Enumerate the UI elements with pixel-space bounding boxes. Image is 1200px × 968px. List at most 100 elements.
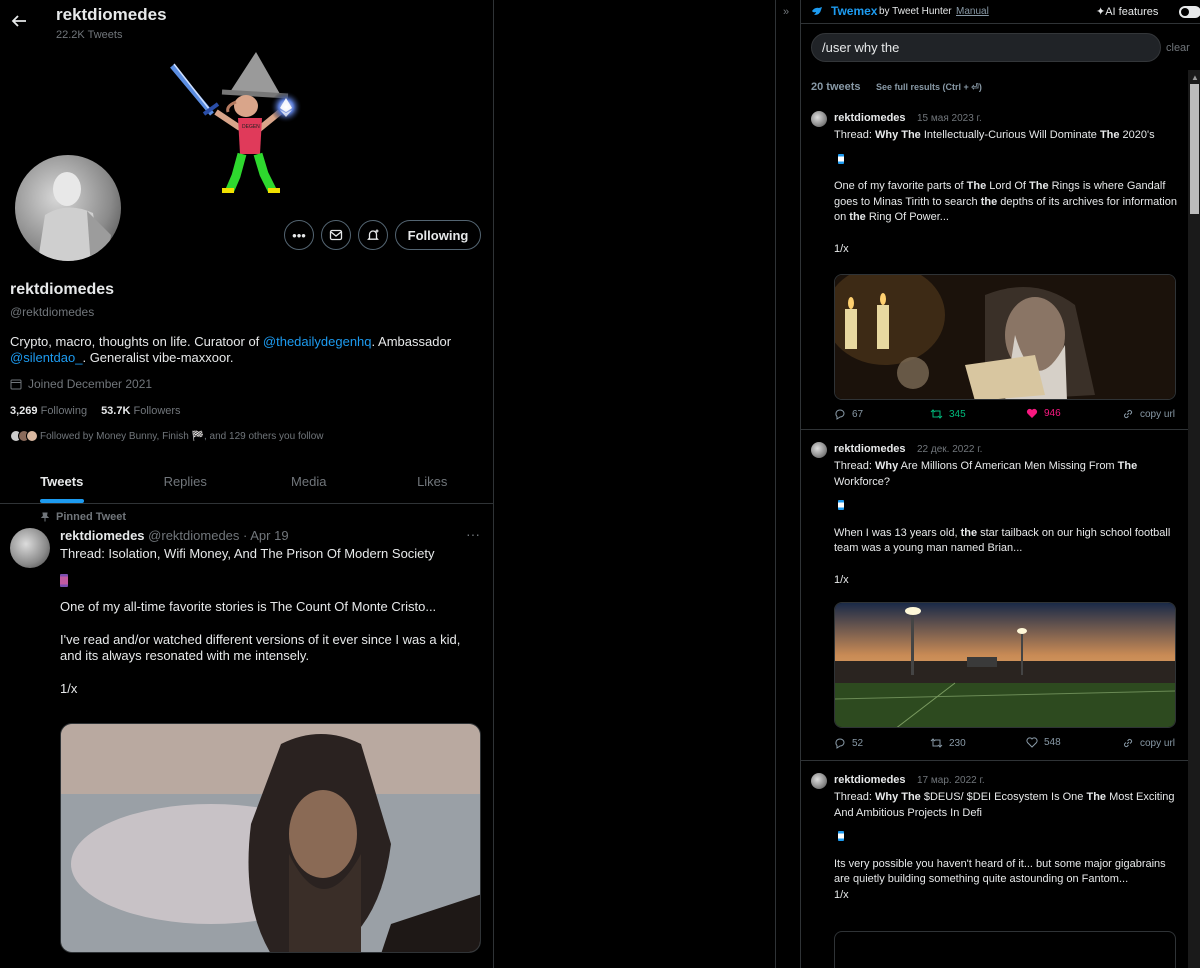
heart-filled-icon [1026, 408, 1038, 418]
profile-joined: Joined December 2021 [10, 377, 152, 391]
topbar-profile-name: rektdiomedes [56, 5, 167, 24]
tweet-line: 1/x [60, 681, 78, 696]
tab-tweets[interactable]: Tweets [0, 460, 124, 503]
list-item[interactable]: rektdiomedes 22 дек. 2022 г. Thread: Why… [801, 431, 1188, 761]
result-author[interactable]: rektdiomedes [834, 774, 906, 786]
ai-features-toggle[interactable] [1179, 6, 1200, 18]
result-text: Thread: Why The $DEUS/ $DEI Ecosystem Is… [834, 790, 1179, 903]
mail-icon [329, 229, 343, 241]
wizard-banner-illustration: DEGEN [160, 52, 310, 197]
twemex-scrollbar[interactable]: ▲ [1188, 70, 1200, 968]
twemex-clear-button[interactable]: clear [1166, 42, 1190, 54]
tab-likes[interactable]: Likes [371, 460, 494, 503]
retweet-action[interactable]: 230 [930, 737, 966, 749]
ai-features-label: ✦AI features [1096, 6, 1159, 18]
profile-handle: @rektdiomedes [10, 305, 95, 319]
svg-text:DEGEN: DEGEN [242, 124, 260, 130]
retweet-action[interactable]: 345 [930, 408, 966, 420]
pinned-label: Pinned Tweet [40, 511, 126, 523]
bio-text: . Generalist vibe-maxxoor. [82, 350, 234, 365]
tab-media[interactable]: Media [247, 460, 371, 503]
profile-tabs: Tweets Replies Media Likes [0, 460, 494, 504]
collapse-icon: » [783, 6, 790, 18]
twemex-brand: Twemex [831, 4, 878, 18]
copy-url-action[interactable]: copy url [1122, 737, 1175, 749]
scrollbar-thumb[interactable] [1190, 84, 1199, 214]
avatar[interactable] [811, 773, 827, 789]
screen: rektdiomedes 22.2K Tweets DEGEN ••• Foll… [0, 0, 1200, 968]
tweet-avatar[interactable] [10, 528, 50, 568]
reply-action[interactable]: 52 [834, 737, 863, 749]
avatar[interactable] [811, 111, 827, 127]
tweet-line: I've read and/or watched different versi… [60, 632, 461, 663]
followed-by-text: Followed by Money Bunny, Finish 🏁, and 1… [40, 430, 324, 442]
calendar-icon [10, 379, 22, 390]
reply-icon [835, 738, 845, 749]
tweet-line: One of my all-time favorite stories is T… [60, 599, 437, 614]
result-author[interactable]: rektdiomedes [834, 112, 906, 124]
link-icon [1123, 409, 1133, 419]
twemex-bird-icon [811, 5, 823, 19]
result-text: Thread: Why Are Millions Of American Men… [834, 459, 1179, 588]
topbar-tweet-count: 22.2K Tweets [56, 29, 123, 41]
profile-avatar[interactable] [12, 152, 124, 264]
twemex-panel: » Twemex by Tweet Hunter Manual ✦AI feat… [775, 0, 1200, 968]
twemex-header: Twemex by Tweet Hunter Manual ✦AI featur… [801, 0, 1200, 24]
thread-spool-icon [60, 574, 480, 591]
tweet-author[interactable]: rektdiomedes [60, 528, 145, 543]
tweet-image[interactable] [60, 723, 481, 953]
avatar [26, 430, 38, 442]
twemex-search-input[interactable]: /user why the [811, 33, 1161, 62]
result-image[interactable] [834, 602, 1176, 728]
tweet-header: rektdiomedes @rektdiomedes · Apr 19 [60, 528, 289, 543]
notification-bell-icon [367, 229, 379, 240]
retweet-icon [930, 409, 943, 419]
copy-url-action[interactable]: copy url [1122, 408, 1175, 420]
result-author[interactable]: rektdiomedes [834, 443, 906, 455]
thread-spool-icon [834, 821, 1179, 857]
tweet-line: Thread: Isolation, Wifi Money, And The P… [60, 546, 435, 561]
message-button[interactable] [321, 220, 351, 250]
heart-icon [1026, 737, 1038, 748]
bio-link-thedailydegenhq[interactable]: @thedailydegenhq [263, 334, 372, 349]
more-icon: ••• [292, 227, 306, 243]
retweet-icon [930, 738, 943, 748]
following-button[interactable]: Following [395, 220, 481, 250]
bio-text: Crypto, macro, thoughts on life. Curatoo… [10, 334, 263, 349]
followed-by[interactable]: Followed by Money Bunny, Finish 🏁, and 1… [10, 430, 324, 442]
list-item[interactable]: rektdiomedes 15 мая 2023 г. Thread: Why … [801, 100, 1188, 430]
twemex-see-full-results[interactable]: See full results (Ctrl + ⏎) [876, 82, 982, 93]
link-icon [1123, 738, 1133, 748]
more-options-button[interactable]: ••• [284, 220, 314, 250]
profile-name: rektdiomedes [10, 281, 115, 298]
profile-bio: Crypto, macro, thoughts on life. Curatoo… [10, 334, 480, 366]
result-image[interactable] [834, 931, 1176, 968]
list-item[interactable]: rektdiomedes 17 мар. 2022 г. Thread: Why… [801, 762, 1188, 968]
joined-date: Joined December 2021 [28, 377, 153, 391]
twemex-by: by Tweet Hunter [879, 6, 952, 17]
empty-middle-area [495, 0, 775, 968]
twemex-collapse-button[interactable]: » [776, 0, 801, 968]
like-action[interactable]: 946 [1026, 408, 1061, 419]
bio-link-silentdao[interactable]: @silentdao_ [10, 350, 82, 365]
scroll-up-icon[interactable]: ▲ [1191, 73, 1199, 82]
avatar[interactable] [811, 442, 827, 458]
following-link[interactable]: 3,269 Following [10, 405, 87, 417]
result-date[interactable]: 15 мая 2023 г. [917, 113, 982, 124]
tweet-body[interactable]: Thread: Isolation, Wifi Money, And The P… [60, 546, 480, 697]
follower-avatars [10, 430, 38, 442]
tweet-meta: @rektdiomedes · Apr 19 [148, 528, 289, 543]
tweet-more-icon[interactable]: ··· [466, 526, 480, 542]
back-arrow-icon[interactable] [10, 12, 28, 30]
reply-action[interactable]: 67 [834, 408, 863, 420]
notifications-button[interactable] [358, 220, 388, 250]
twemex-manual-link[interactable]: Manual [956, 6, 989, 17]
tab-replies[interactable]: Replies [124, 460, 248, 503]
result-date[interactable]: 22 дек. 2022 г. [917, 444, 982, 455]
like-action[interactable]: 548 [1026, 737, 1061, 748]
result-date[interactable]: 17 мар. 2022 г. [917, 775, 985, 786]
profile-topbar: rektdiomedes 22.2K Tweets [0, 0, 493, 48]
result-image[interactable] [834, 274, 1176, 400]
thread-spool-icon [834, 490, 1179, 526]
followers-link[interactable]: 53.7K Followers [101, 405, 181, 417]
